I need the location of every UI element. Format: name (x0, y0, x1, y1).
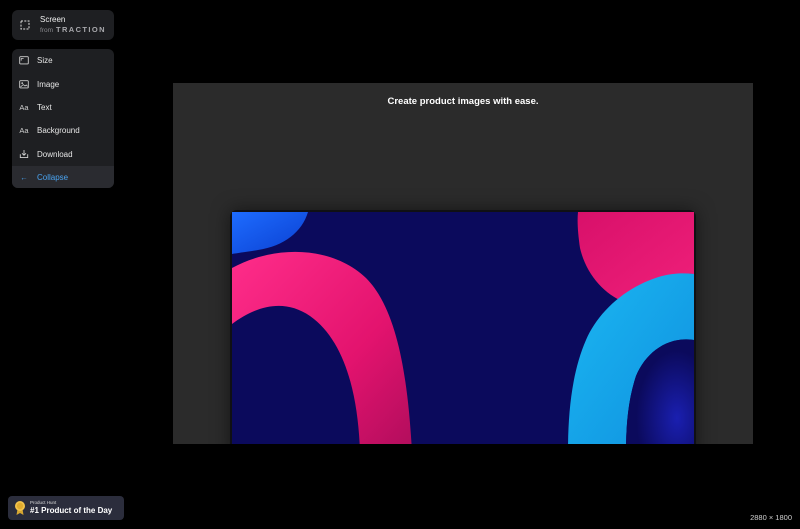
arrow-left-icon: ← (20, 173, 28, 183)
brand-from: from (40, 26, 53, 34)
brand-subtitle: from TRACTION (40, 26, 106, 35)
brand-text: Screen from TRACTION (40, 14, 106, 35)
menu-item-label: Download (37, 149, 73, 159)
image-icon (19, 79, 29, 89)
background-icon: Aa (19, 126, 29, 136)
menu-item-label: Size (37, 56, 53, 66)
badge-source: Product Hunt (30, 499, 57, 505)
badge-title: #1 Product of the Day (30, 506, 113, 516)
canvas-dimensions: 2880 × 1800 (750, 513, 792, 522)
menu-item-download[interactable]: Download (12, 143, 114, 166)
brand-card[interactable]: Screen from TRACTION (12, 10, 114, 40)
menu-item-text[interactable]: Aa Text (12, 96, 114, 119)
product-hunt-badge[interactable]: Product Hunt #1 Product of the Day (8, 496, 124, 520)
menu-item-label: Image (37, 79, 60, 89)
download-icon (19, 149, 29, 159)
brand-title: Screen (40, 14, 66, 24)
selection-frame-icon (20, 20, 30, 30)
app-root: Screen from TRACTION Size Image Aa Text … (0, 0, 800, 529)
sidebar-menu: Size Image Aa Text Aa Background Downloa… (12, 49, 114, 188)
medal-icon (15, 501, 25, 515)
menu-item-image[interactable]: Image (12, 72, 114, 95)
device-mockup[interactable] (230, 210, 696, 444)
menu-item-size[interactable]: Size (12, 49, 114, 72)
menu-item-label: Text (37, 102, 52, 112)
menu-item-background[interactable]: Aa Background (12, 119, 114, 142)
preview-canvas[interactable]: Create product images with ease. (173, 83, 753, 444)
menu-item-collapse[interactable]: ← Collapse (12, 165, 114, 188)
brand-name: TRACTION (56, 24, 106, 34)
menu-item-label: Background (37, 126, 80, 136)
badge-text: Product Hunt #1 Product of the Day (30, 499, 113, 516)
wallpaper-image (232, 212, 694, 444)
text-icon: Aa (19, 102, 29, 112)
size-icon (19, 56, 29, 66)
canvas-headline[interactable]: Create product images with ease. (173, 96, 753, 107)
menu-item-label: Collapse (37, 173, 69, 183)
